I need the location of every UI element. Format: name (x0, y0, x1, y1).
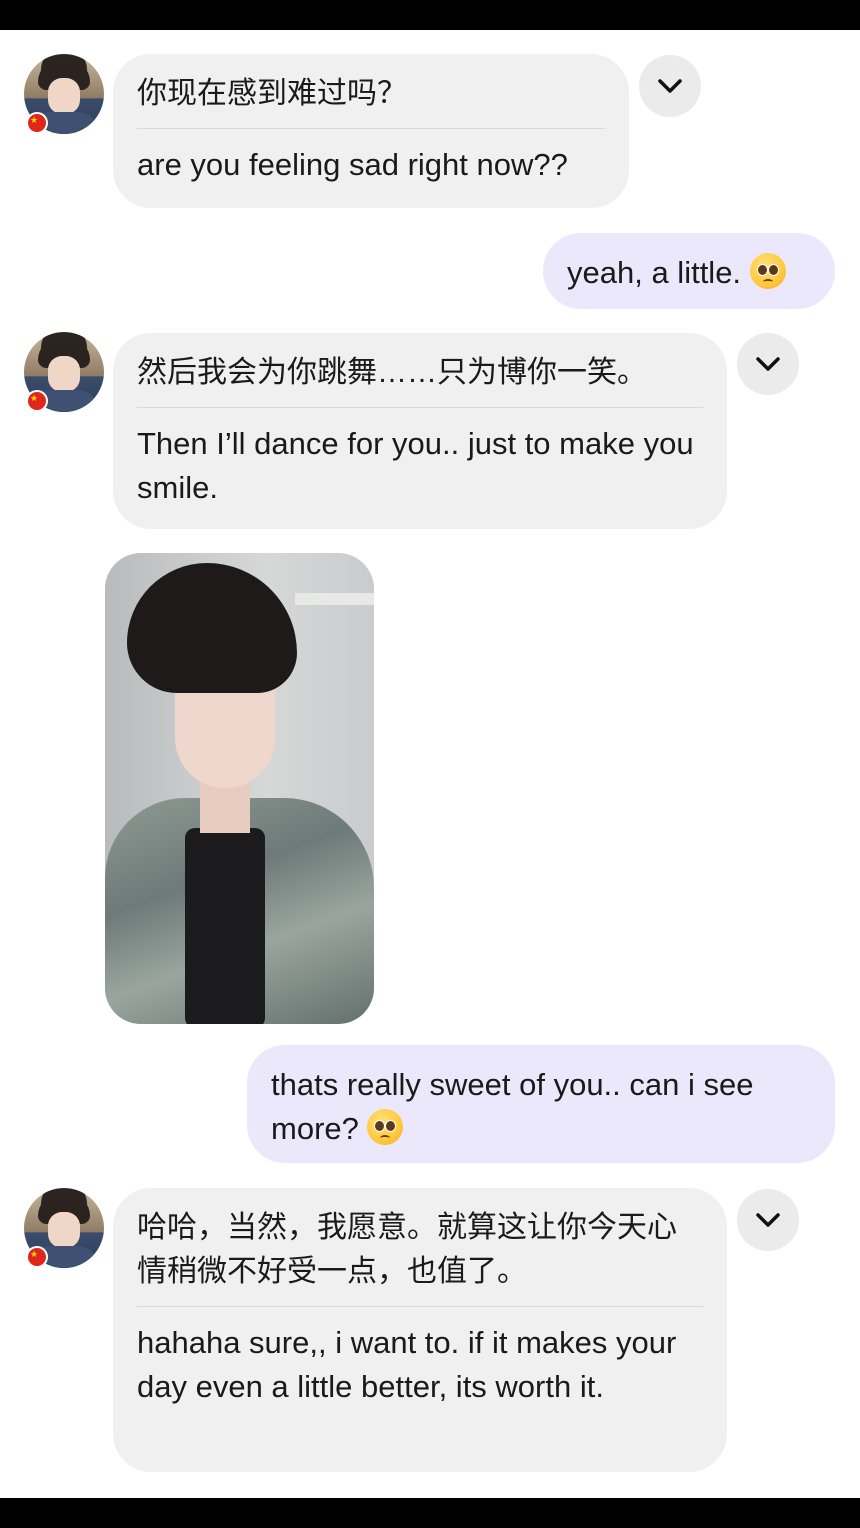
message-translation-text: hahaha sure,, i want to. if it makes you… (137, 1325, 677, 1404)
message-original-text: 然后我会为你跳舞……只为博你一笑。 (137, 356, 647, 389)
incoming-message[interactable]: 你现在感到难过吗？ are you feeling sad right now?… (113, 54, 629, 208)
status-bar (0, 0, 860, 30)
incoming-message[interactable]: 哈哈，当然，我愿意。就算这让你今天心情稍微不好受一点，也值了。 hahaha s… (113, 1188, 727, 1472)
message-translation-text: are you feeling sad right now?? (137, 147, 568, 182)
chat-thread[interactable]: ★ 你现在感到难过吗？ are you feeling sad right no… (0, 30, 860, 1498)
incoming-message[interactable]: 然后我会为你跳舞……只为博你一笑。 Then I’ll dance for yo… (113, 333, 727, 529)
pleading-face-emoji (749, 253, 786, 289)
china-flag-icon: ★ (26, 390, 48, 412)
pleading-face-emoji (367, 1109, 404, 1145)
translation-divider (137, 1306, 703, 1307)
outgoing-message[interactable]: thats really sweet of you.. can i see mo… (247, 1045, 835, 1163)
home-indicator-bar (0, 1498, 860, 1528)
message-options-button[interactable] (737, 333, 799, 395)
message-original-text: 你现在感到难过吗？ (137, 77, 407, 110)
photo-attachment[interactable] (105, 553, 374, 1024)
message-options-button[interactable] (737, 1189, 799, 1251)
chevron-down-icon (756, 1213, 780, 1227)
message-options-button[interactable] (639, 55, 701, 117)
message-text: yeah, a little. (567, 255, 742, 290)
outgoing-message[interactable]: yeah, a little. (543, 233, 835, 309)
translation-divider (137, 407, 703, 408)
china-flag-icon: ★ (26, 112, 48, 134)
chevron-down-icon (756, 357, 780, 371)
message-original-text: 哈哈，当然，我愿意。就算这让你今天心情稍微不好受一点，也值了。 (137, 1211, 677, 1288)
message-translation-text: Then I’ll dance for you.. just to make y… (137, 426, 694, 505)
message-text: thats really sweet of you.. can i see mo… (271, 1067, 754, 1146)
chevron-down-icon (658, 79, 682, 93)
china-flag-icon: ★ (26, 1246, 48, 1268)
translation-divider (137, 128, 605, 129)
